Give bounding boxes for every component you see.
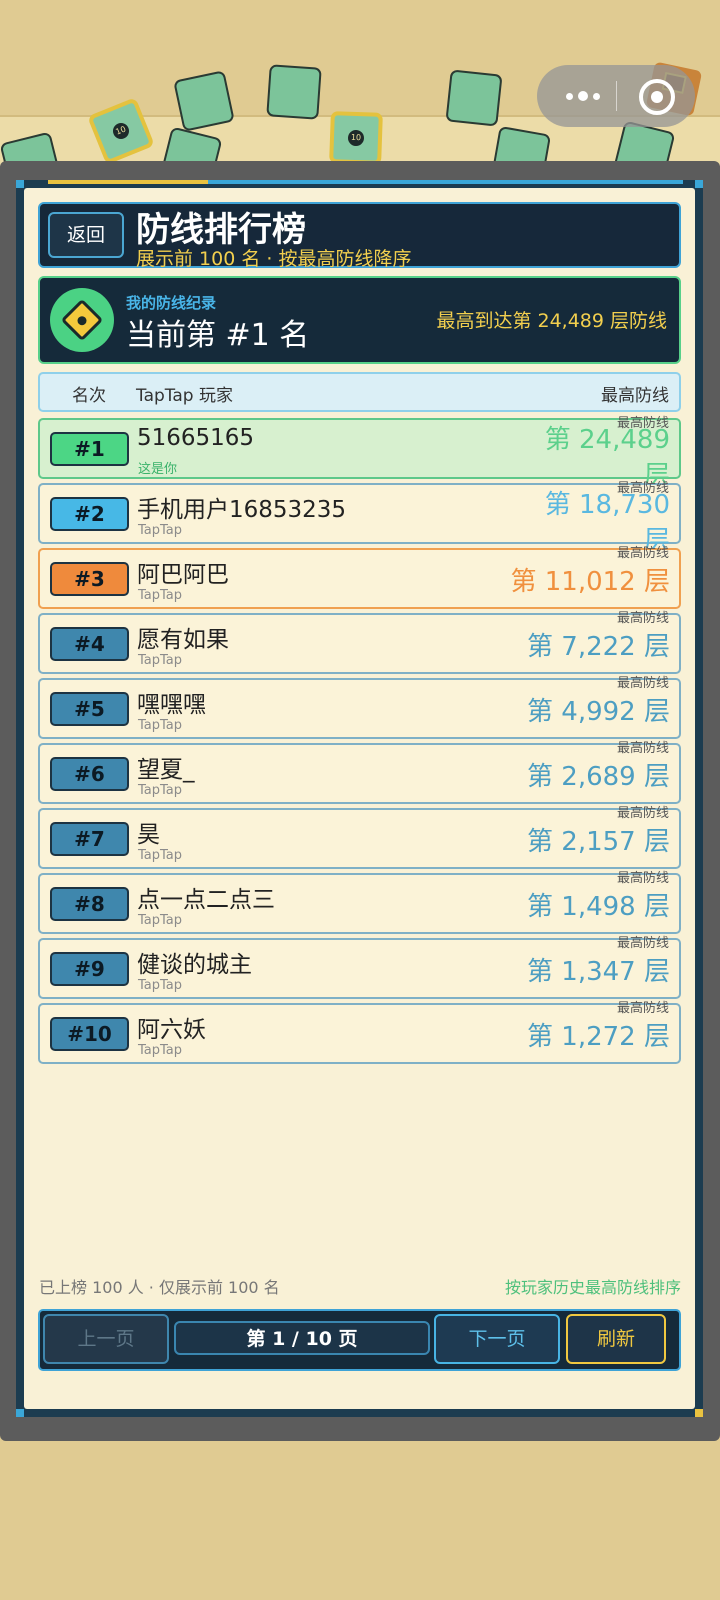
- player-name: 阿六妖: [137, 1017, 206, 1043]
- my-record-card: 我的防线纪录 当前第 #1 名 最高到达第 24,489 层防线: [38, 276, 681, 364]
- block-chip: 10: [347, 129, 365, 147]
- best-value: 第 1,498 层: [527, 892, 670, 922]
- page-subtitle: 展示前 100 名 · 按最高防线降序: [136, 248, 412, 270]
- rank-badge: #3: [50, 562, 129, 596]
- rank-badge: #4: [50, 627, 129, 661]
- rank-badge: #2: [50, 497, 129, 531]
- leaderboard-panel: 返回 防线排行榜 展示前 100 名 · 按最高防线降序 我的防线纪录 当前第 …: [16, 180, 703, 1417]
- next-page-button[interactable]: 下一页: [434, 1314, 560, 1364]
- best-value: 第 7,222 层: [527, 632, 670, 662]
- header-best: 最高防线: [601, 386, 669, 406]
- player-source: TapTap: [138, 1043, 183, 1058]
- rank-badge: #6: [50, 757, 129, 791]
- panel-body: 返回 防线排行榜 展示前 100 名 · 按最高防线降序 我的防线纪录 当前第 …: [24, 188, 695, 1409]
- ranked-count-note: 已上榜 100 人 · 仅展示前 100 名: [39, 1278, 280, 1297]
- rank-badge: #9: [50, 952, 129, 986]
- best-label: 最高防线: [616, 806, 669, 821]
- leaderboard-row: #5 嘿嘿嘿 TapTap 最高防线 第 4,992 层: [38, 676, 681, 739]
- best-label: 最高防线: [616, 546, 669, 561]
- player-name: 阿巴阿巴: [137, 562, 229, 588]
- player-source: TapTap: [138, 523, 183, 538]
- back-button[interactable]: 返回: [48, 212, 124, 258]
- player-name: 昊: [137, 822, 160, 848]
- player-source: TapTap: [138, 588, 183, 603]
- pagination-bar: 上一页 第 1 / 10 页 下一页 刷新: [38, 1309, 681, 1371]
- best-label: 最高防线: [616, 611, 669, 626]
- player-name: 健谈的城主: [137, 952, 252, 978]
- panel-stud: [16, 180, 24, 188]
- best-label: 最高防线: [616, 676, 669, 691]
- player-source: TapTap: [138, 718, 183, 733]
- panel-stud: [695, 1409, 703, 1417]
- leaderboard-row: #7 昊 TapTap 最高防线 第 2,157 层: [38, 806, 681, 869]
- leaderboard-header: 返回 防线排行榜 展示前 100 名 · 按最高防线降序: [38, 202, 681, 270]
- target-close-icon[interactable]: [639, 79, 675, 115]
- player-source: TapTap: [138, 913, 183, 928]
- best-label: 最高防线: [616, 1001, 669, 1016]
- best-value: 第 1,272 层: [527, 1022, 670, 1052]
- block-chip: 10: [110, 120, 132, 142]
- more-dots-icon[interactable]: [553, 65, 613, 127]
- capsule-divider: [616, 81, 617, 111]
- leaderboard-row: #10 阿六妖 TapTap 最高防线 第 1,272 层: [38, 1001, 681, 1064]
- leaderboard-row: #6 望夏_ TapTap 最高防线 第 2,689 层: [38, 741, 681, 804]
- leaderboard-row: #8 点一点二点三 TapTap 最高防线 第 1,498 层: [38, 871, 681, 934]
- leaderboard-row: #3 阿巴阿巴 TapTap 最高防线 第 11,012 层: [38, 546, 681, 609]
- best-value: 第 2,689 层: [527, 762, 670, 792]
- mini-program-capsule: [537, 65, 695, 127]
- rank-badge: #10: [50, 1017, 129, 1051]
- rank-badge: #5: [50, 692, 129, 726]
- rank-badge: #7: [50, 822, 129, 856]
- player-name: 愿有如果: [137, 627, 229, 653]
- rank-badge: #8: [50, 887, 129, 921]
- panel-stud: [16, 1409, 24, 1417]
- falling-block: [266, 64, 322, 120]
- player-name: 点一点二点三: [137, 887, 275, 913]
- header-rank: 名次: [72, 386, 106, 406]
- leaderboard-row: #1 51665165 这是你 最高防线 第 24,489 层: [38, 416, 681, 491]
- best-value: 第 2,157 层: [527, 827, 670, 857]
- falling-block: [173, 70, 235, 132]
- falling-block: [445, 69, 503, 127]
- player-source: 这是你: [138, 462, 178, 477]
- best-label: 最高防线: [616, 936, 669, 951]
- page-indicator: 第 1 / 10 页: [174, 1321, 430, 1355]
- player-source: TapTap: [138, 848, 183, 863]
- player-source: TapTap: [138, 978, 183, 993]
- prev-page-button[interactable]: 上一页: [43, 1314, 169, 1364]
- sort-note: 按玩家历史最高防线排序: [504, 1278, 681, 1297]
- panel-trim: [48, 180, 683, 184]
- best-value: 第 1,347 层: [527, 957, 670, 987]
- falling-block: 10: [329, 111, 383, 165]
- best-label: 最高防线: [616, 741, 669, 756]
- leaderboard-row: #9 健谈的城主 TapTap 最高防线 第 1,347 层: [38, 936, 681, 999]
- best-value: 第 11,012 层: [510, 567, 670, 597]
- player-name: 51665165: [137, 425, 255, 451]
- player-name: 手机用户16853235: [137, 497, 347, 523]
- player-name: 望夏_: [137, 757, 195, 783]
- header-player: TapTap 玩家: [136, 386, 233, 406]
- table-header: 名次 TapTap 玩家 最高防线: [38, 372, 681, 412]
- best-label: 最高防线: [616, 871, 669, 886]
- best-value: 第 4,992 层: [527, 697, 670, 727]
- refresh-button[interactable]: 刷新: [566, 1314, 666, 1364]
- player-source: TapTap: [138, 783, 183, 798]
- leaderboard-row: #4 愿有如果 TapTap 最高防线 第 7,222 层: [38, 611, 681, 674]
- player-name: 嘿嘿嘿: [137, 692, 206, 718]
- player-source: TapTap: [138, 653, 183, 668]
- rank-badge: #1: [50, 432, 129, 466]
- diamond-badge-icon: [50, 288, 114, 352]
- leaderboard-row: #2 手机用户16853235 TapTap 最高防线 第 18,730 层: [38, 481, 681, 556]
- my-best-defense: 最高到达第 24,489 层防线: [436, 310, 667, 332]
- panel-stud: [695, 180, 703, 188]
- my-rank: 当前第 #1 名: [126, 318, 310, 353]
